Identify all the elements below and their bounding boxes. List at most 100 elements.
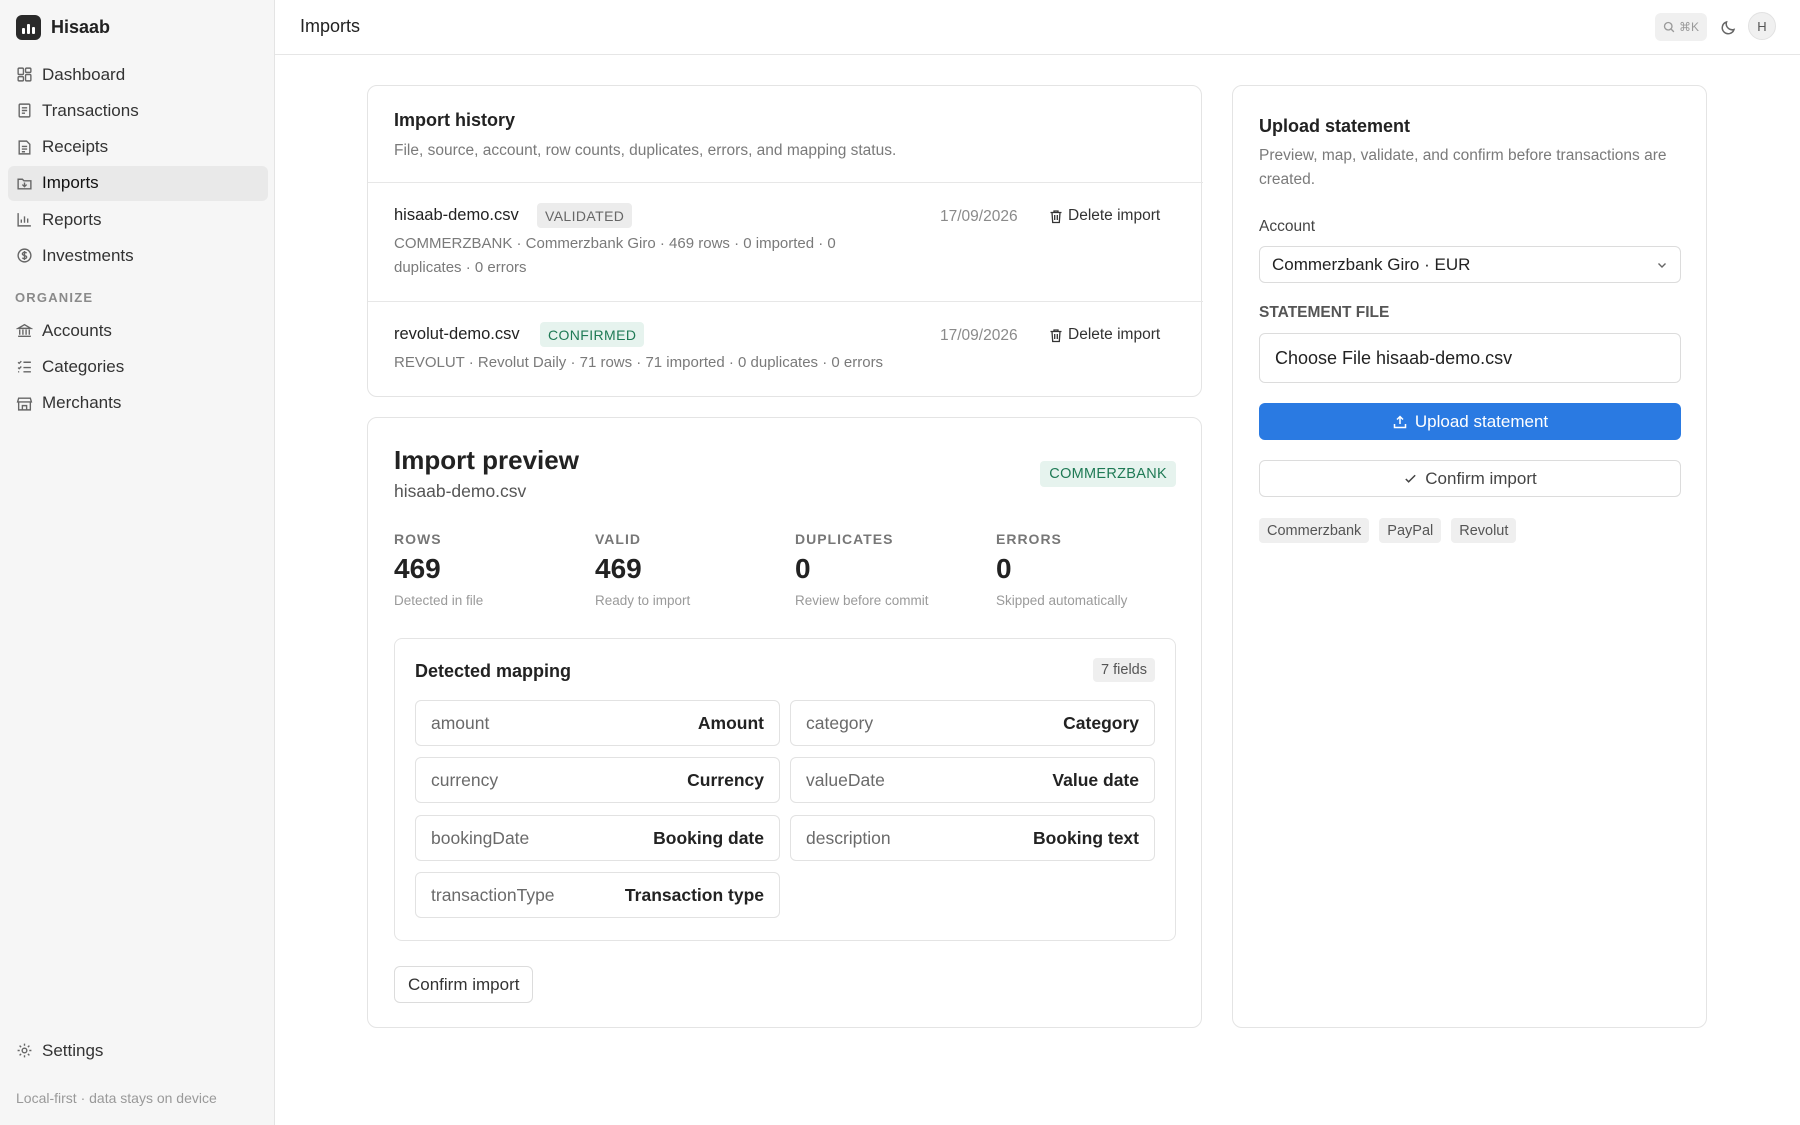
file-name: hisaab-demo.csv	[394, 206, 519, 224]
moon-icon	[1721, 20, 1736, 35]
mapping-cell: amount Amount	[415, 700, 780, 746]
delete-label: Delete import	[1068, 326, 1161, 343]
preview-file-name: hisaab-demo.csv	[394, 481, 527, 501]
file-name: revolut-demo.csv	[394, 325, 520, 343]
stat-label: DUPLICATES	[795, 531, 894, 547]
card-description: Preview, map, validate, and confirm befo…	[1259, 147, 1667, 188]
mapping-value: Transaction type	[624, 884, 764, 905]
import-history-card: Import history File, source, account, ro…	[367, 85, 1203, 397]
mapping-key: amount	[431, 712, 490, 733]
receipt-icon	[15, 138, 33, 156]
sidebar-item-receipts[interactable]: Receipts	[8, 130, 268, 165]
import-preview-card: Import preview hisaab-demo.csv COMMERZBA…	[367, 417, 1202, 1028]
account-select[interactable]: Commerzbank Giro · EUR	[1259, 246, 1681, 283]
mapping-cell: bookingDate Booking date	[415, 815, 780, 861]
bank-tag[interactable]: PayPal	[1379, 518, 1442, 543]
bank-tags: Commerzbank PayPal Revolut	[1259, 518, 1517, 543]
page-title: Imports	[300, 16, 361, 36]
stat-label: ERRORS	[996, 531, 1062, 547]
fields-count-badge: 7 fields	[1093, 658, 1155, 682]
stat-errors: ERRORS 0 Skipped automatically	[996, 531, 1186, 608]
import-icon	[15, 174, 33, 192]
mapping-key: valueDate	[806, 769, 885, 790]
bank-icon	[15, 322, 33, 340]
row-date: 17/09/2026	[940, 327, 1018, 344]
confirm-button-label: Confirm import	[1425, 468, 1537, 488]
sidebar-item-accounts[interactable]: Accounts	[8, 313, 268, 348]
stat-caption: Skipped automatically	[996, 593, 1128, 608]
upload-button-label: Upload statement	[1414, 411, 1549, 431]
mapping-cell: description Booking text	[790, 815, 1155, 861]
sidebar: Hisaab Dashboard Transactions Receipts I…	[0, 0, 275, 1125]
topbar: Imports ⌘K H	[275, 0, 1800, 55]
statement-file-input[interactable]: Choose File hisaab-demo.csv	[1259, 333, 1681, 383]
sidebar-item-imports[interactable]: Imports	[8, 165, 268, 201]
avatar[interactable]: H	[1748, 12, 1776, 40]
app-logo-icon	[16, 15, 41, 40]
trash-icon	[1050, 209, 1062, 223]
stat-value: 469	[394, 553, 441, 584]
confirm-import-button[interactable]: Confirm import	[1259, 460, 1681, 497]
stat-rows: ROWS 469 Detected in file	[394, 531, 584, 608]
check-icon	[1405, 474, 1416, 483]
row-date: 17/09/2026	[940, 208, 1018, 225]
account-label: Account	[1259, 218, 1316, 235]
mapping-key: description	[806, 827, 891, 848]
sidebar-item-dashboard[interactable]: Dashboard	[8, 57, 268, 92]
bank-tag[interactable]: Revolut	[1451, 518, 1517, 543]
mapping-cell: currency Currency	[415, 757, 780, 803]
upload-icon	[1393, 414, 1407, 428]
delete-import-button[interactable]: Delete import	[1049, 326, 1160, 344]
mapping-key: bookingDate	[431, 827, 530, 848]
bank-tag[interactable]: Commerzbank	[1259, 518, 1370, 543]
mapping-cell: category Category	[790, 700, 1155, 746]
trash-icon	[1050, 328, 1062, 342]
sidebar-item-merchants[interactable]: Merchants	[8, 386, 268, 421]
search-button[interactable]: ⌘K	[1655, 13, 1707, 41]
stat-label: ROWS	[394, 531, 442, 547]
stat-caption: Ready to import	[595, 593, 691, 608]
statement-file-label: STATEMENT FILE	[1259, 304, 1390, 321]
preview-title: Import preview	[394, 445, 579, 475]
stat-value: 0	[795, 553, 811, 584]
sidebar-item-reports[interactable]: Reports	[8, 202, 268, 237]
sidebar-item-label: Settings	[42, 1040, 104, 1060]
stat-value: 469	[595, 553, 642, 584]
upload-statement-button[interactable]: Upload statement	[1259, 403, 1681, 440]
mapping-value: Booking text	[1033, 827, 1139, 848]
row-meta: REVOLUT · Revolut Daily · 71 rows · 71 i…	[394, 354, 884, 371]
mapping-value: Currency	[687, 769, 764, 790]
history-row: hisaab-demo.csv VALIDATED COMMERZBANK · …	[368, 182, 1203, 301]
mapping-key: category	[806, 712, 874, 733]
stat-caption: Review before commit	[795, 593, 929, 608]
sidebar-item-transactions[interactable]: Transactions	[8, 93, 268, 128]
mapping-value: Amount	[697, 712, 764, 733]
confirm-import-button[interactable]: Confirm import	[394, 966, 534, 1003]
stat-value: 0	[996, 553, 1012, 584]
sidebar-item-label: Investments	[42, 245, 134, 265]
delete-import-button[interactable]: Delete import	[1049, 207, 1160, 225]
sidebar-item-label: Imports	[42, 173, 99, 193]
sidebar-item-label: Transactions	[42, 100, 139, 120]
theme-toggle-button[interactable]	[1718, 16, 1740, 38]
sidebar-item-categories[interactable]: Categories	[8, 349, 268, 384]
card-title: Import history	[394, 110, 516, 130]
sidebar-item-label: Receipts	[42, 137, 109, 157]
sidebar-item-label: Categories	[42, 356, 125, 376]
mapping-title: Detected mapping	[415, 661, 572, 681]
chevron-down-icon	[1658, 262, 1666, 268]
sidebar-item-label: Dashboard	[42, 64, 126, 84]
stat-caption: Detected in file	[394, 593, 484, 608]
sidebar-item-settings[interactable]: Settings	[8, 1033, 268, 1068]
sidebar-item-label: Merchants	[42, 393, 122, 413]
mapping-cell: transactionType Transaction type	[415, 872, 780, 918]
stat-label: VALID	[595, 531, 641, 547]
sidebar-item-investments[interactable]: Investments	[8, 238, 268, 273]
card-title: Upload statement	[1259, 116, 1411, 136]
mapping-value: Category	[1063, 712, 1139, 733]
stat-duplicates: DUPLICATES 0 Review before commit	[795, 531, 985, 608]
detected-mapping-panel: Detected mapping 7 fields amount Amount …	[394, 638, 1176, 941]
upload-statement-card: Upload statement Preview, map, validate,…	[1232, 85, 1707, 1028]
brand[interactable]: Hisaab	[16, 15, 110, 40]
sidebar-item-label: Reports	[42, 209, 102, 229]
